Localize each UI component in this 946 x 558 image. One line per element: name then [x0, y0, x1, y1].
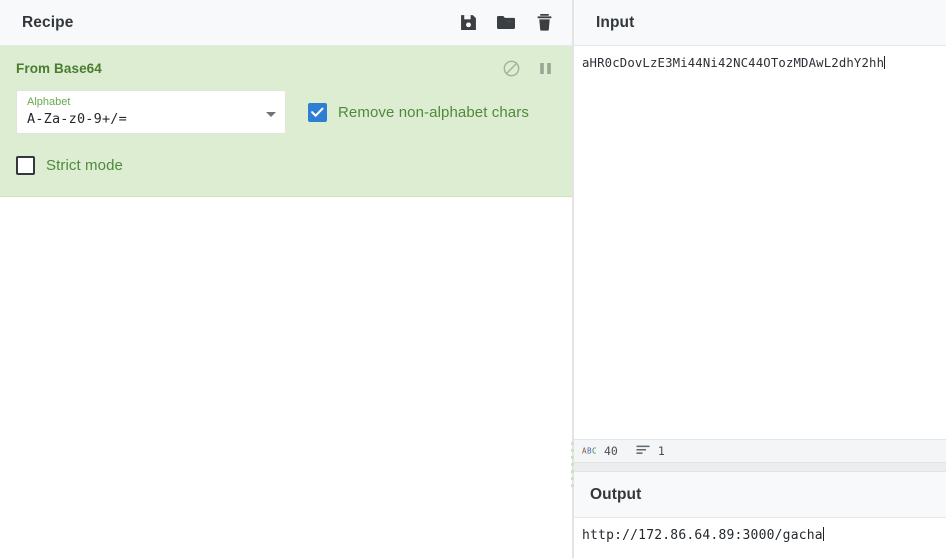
io-pane: Input aHR0cDovLzE3Mi44Ni42NC44OTozMDAwL2…	[573, 0, 946, 558]
input-output-splitter[interactable]	[573, 462, 946, 472]
operation-header: From Base64	[0, 46, 572, 90]
recipe-toolbar	[458, 12, 554, 34]
alphabet-value: A-Za-z0-9+/=	[27, 111, 127, 127]
chevron-down-icon[interactable]	[266, 112, 276, 117]
strict-mode-checkbox[interactable]: Strict mode	[16, 150, 556, 180]
recipe-io-splitter[interactable]	[569, 0, 576, 558]
lines-icon	[636, 442, 651, 460]
load-recipe-button[interactable]	[496, 12, 516, 34]
input-length-value: 40	[604, 444, 618, 458]
input-title: Input	[596, 13, 635, 31]
input-text-value: aHR0cDovLzE3Mi44Ni42NC44OTozMDAwL2dhY2hh	[582, 56, 885, 70]
abc-icon: A B C	[582, 442, 597, 460]
operation-title: From Base64	[16, 60, 102, 76]
cyberchef-app: Recipe From Base64 Alphabet A-Za-z0-9+/=…	[0, 0, 946, 558]
breakpoint-operation-icon[interactable]	[536, 59, 554, 77]
alphabet-label: Alphabet	[27, 96, 71, 108]
recipe-title: Recipe	[22, 13, 74, 31]
input-status-bar: A B C 40 1	[574, 439, 946, 462]
text-caret	[884, 56, 886, 69]
input-title-bar: Input	[574, 0, 946, 46]
recipe-operation-from-base64[interactable]: From Base64 Alphabet A-Za-z0-9+/= Remove…	[0, 46, 572, 197]
output-text-value: http://172.86.64.89:3000/gacha	[582, 528, 823, 543]
recipe-pane: Recipe From Base64 Alphabet A-Za-z0-9+/=…	[0, 0, 573, 558]
output-section: Output http://172.86.64.89:3000/gacha	[573, 472, 946, 558]
splitter-grip[interactable]	[571, 442, 574, 490]
output-title: Output	[590, 485, 642, 503]
folder-icon	[497, 15, 515, 30]
operation-controls	[502, 59, 554, 77]
input-length-group: A B C 40	[582, 442, 618, 460]
save-recipe-button[interactable]	[458, 12, 478, 34]
checkbox-box-checked[interactable]	[308, 102, 327, 122]
disable-operation-icon[interactable]	[502, 59, 520, 77]
alphabet-field[interactable]: Alphabet A-Za-z0-9+/=	[16, 90, 286, 134]
remove-non-alphabet-chars-checkbox[interactable]: Remove non-alphabet chars	[308, 90, 529, 134]
recipe-operation-list[interactable]: From Base64 Alphabet A-Za-z0-9+/= Remove…	[0, 46, 572, 558]
clear-recipe-button[interactable]	[534, 12, 554, 34]
trash-icon	[537, 14, 552, 31]
operation-arguments: Alphabet A-Za-z0-9+/= Remove non-alphabe…	[0, 90, 572, 134]
input-section: Input aHR0cDovLzE3Mi44Ni42NC44OTozMDAwL2…	[573, 0, 946, 462]
output-textarea[interactable]: http://172.86.64.89:3000/gacha	[574, 518, 946, 558]
svg-text:C: C	[592, 446, 597, 455]
input-lines-group: 1	[636, 442, 665, 460]
input-lines-value: 1	[657, 444, 665, 458]
strict-mode-label: Strict mode	[46, 156, 123, 174]
output-caret	[822, 527, 824, 541]
remove-non-alphabet-chars-label: Remove non-alphabet chars	[338, 103, 529, 121]
output-title-bar: Output	[574, 472, 946, 518]
checkbox-box-unchecked[interactable]	[16, 155, 35, 175]
check-icon	[311, 107, 324, 117]
operation-arguments-row-2: Strict mode	[0, 150, 572, 180]
input-textarea[interactable]: aHR0cDovLzE3Mi44Ni42NC44OTozMDAwL2dhY2hh	[574, 46, 946, 439]
save-icon	[460, 14, 477, 31]
recipe-title-bar: Recipe	[0, 0, 572, 46]
